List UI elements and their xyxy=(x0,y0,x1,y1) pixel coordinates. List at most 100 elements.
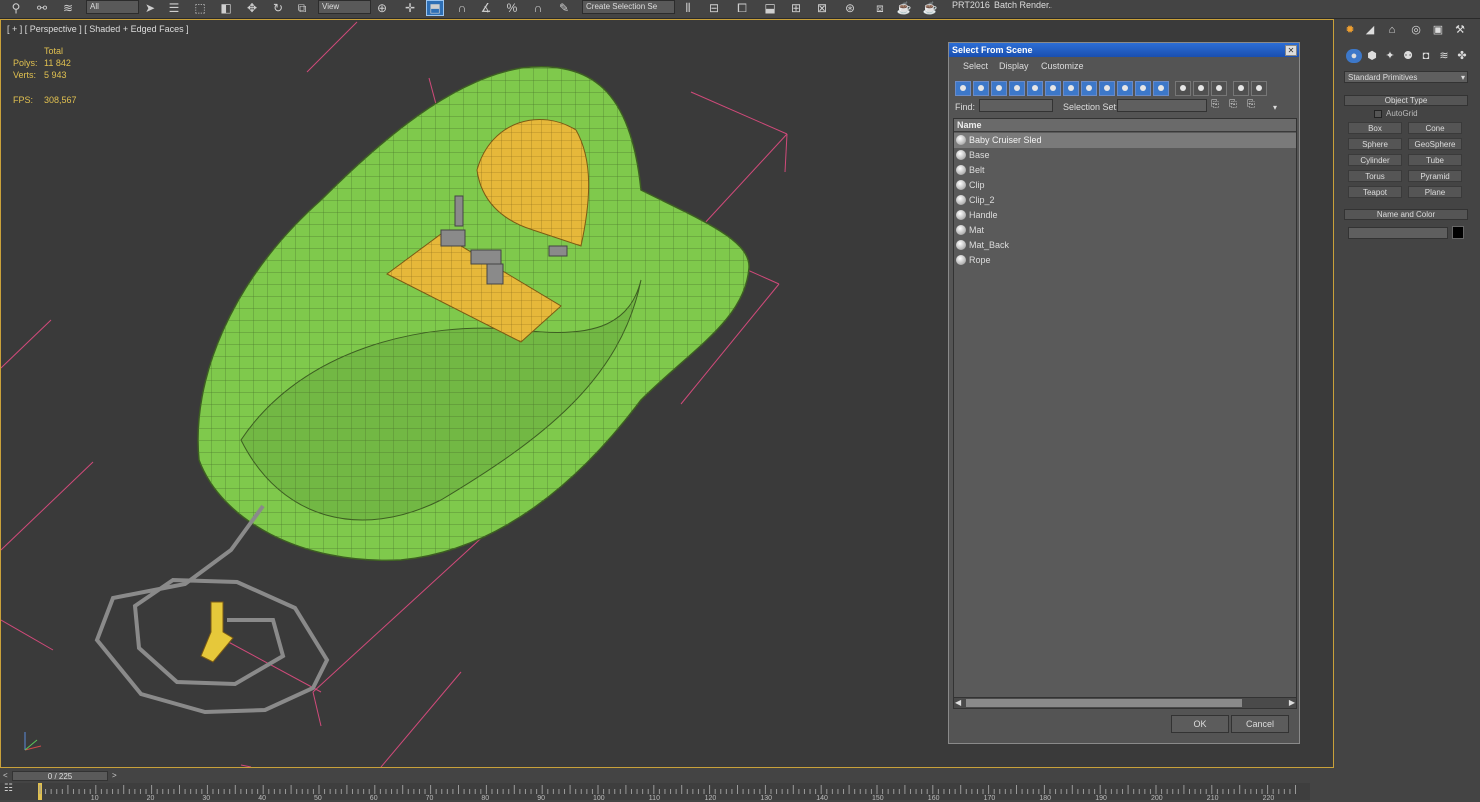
display-containers-icon[interactable] xyxy=(1117,81,1133,96)
object-name-input[interactable] xyxy=(1348,227,1448,239)
display-cameras-icon[interactable] xyxy=(1009,81,1025,96)
selection-set-dropdown[interactable] xyxy=(1117,99,1207,112)
display-groups-icon[interactable] xyxy=(1063,81,1079,96)
add-to-selection-set-icon[interactable]: ⎘ xyxy=(1247,99,1259,112)
space-warps-icon[interactable]: ≋ xyxy=(1436,49,1452,63)
menu-customize[interactable]: Customize xyxy=(1041,61,1084,71)
cancel-button[interactable]: Cancel xyxy=(1231,715,1289,733)
link-icon[interactable]: ⚲ xyxy=(8,1,24,15)
list-item[interactable]: Baby Cruiser Sled xyxy=(954,133,1296,148)
utilities-tab-icon[interactable]: ⚒ xyxy=(1452,23,1468,37)
box-button[interactable]: Box xyxy=(1348,122,1402,134)
scene-explorer-icon[interactable]: ⧠ xyxy=(734,1,750,15)
list-item[interactable]: Clip_2 xyxy=(954,193,1296,208)
named-selection-sets-dropdown[interactable]: Create Selection Se xyxy=(582,0,675,14)
select-manipulate-icon[interactable]: ✛ xyxy=(402,1,418,15)
hierarchy-tab-icon[interactable]: ⌂ xyxy=(1384,23,1400,37)
layer-explorer-icon[interactable]: ⬓ xyxy=(762,1,778,15)
rotate-icon[interactable]: ↻ xyxy=(270,1,286,15)
rendered-frame-window-icon[interactable]: ☕ xyxy=(896,1,912,15)
systems-icon[interactable]: ✤ xyxy=(1454,49,1470,63)
geosphere-button[interactable]: GeoSphere xyxy=(1408,138,1462,150)
name-and-color-rollout[interactable]: Name and Color xyxy=(1344,209,1468,220)
display-shapes-icon[interactable] xyxy=(973,81,989,96)
chevron-down-icon[interactable]: ▾ xyxy=(1273,103,1283,113)
scrollbar-thumb[interactable] xyxy=(966,699,1242,707)
dialog-title-bar[interactable]: Select From Scene xyxy=(949,43,1299,57)
remove-selection-set-icon[interactable]: ⎘ xyxy=(1229,99,1241,112)
move-icon[interactable]: ✥ xyxy=(244,1,260,15)
pyramid-button[interactable]: Pyramid xyxy=(1408,170,1462,182)
track-bar[interactable]: ☷ 10 20 30 40 50 60 70 80 90 100 110 120 130 140 150 16… xyxy=(0,783,1310,802)
select-object-icon[interactable]: ➤ xyxy=(142,1,158,15)
unlink-icon[interactable]: ⚯ xyxy=(34,1,50,15)
close-icon[interactable]: ✕ xyxy=(1285,45,1297,56)
align-icon[interactable]: ⊟ xyxy=(706,1,722,15)
filter-icon[interactable] xyxy=(1233,81,1249,96)
list-item[interactable]: Belt xyxy=(954,163,1296,178)
spinner-snap-icon[interactable]: ∩ xyxy=(530,1,546,15)
reference-coordinate-dropdown[interactable]: View xyxy=(318,0,371,14)
display-xrefs-icon[interactable] xyxy=(1081,81,1097,96)
tube-button[interactable]: Tube xyxy=(1408,154,1462,166)
list-item[interactable]: Handle xyxy=(954,208,1296,223)
list-item[interactable]: Mat xyxy=(954,223,1296,238)
prt-label[interactable]: PRT2016 xyxy=(952,0,990,10)
time-next-icon[interactable]: > xyxy=(112,771,117,780)
scene-object-list[interactable]: Name Baby Cruiser Sled Base Belt Clip Cl… xyxy=(953,118,1297,708)
display-geometry-icon[interactable] xyxy=(955,81,971,96)
cone-button[interactable]: Cone xyxy=(1408,122,1462,134)
batch-render-button[interactable]: Batch Render... xyxy=(994,0,1052,10)
menu-select[interactable]: Select xyxy=(963,61,988,71)
create-tab-icon[interactable]: ✹ xyxy=(1342,23,1358,37)
snaps-toggle-icon[interactable]: ∩ xyxy=(454,1,470,15)
list-item[interactable]: Base xyxy=(954,148,1296,163)
bind-space-warp-icon[interactable]: ≋ xyxy=(60,1,76,15)
display-helpers-icon[interactable] xyxy=(1027,81,1043,96)
render-production-icon[interactable]: ☕ xyxy=(922,1,938,15)
select-all-icon[interactable] xyxy=(1175,81,1191,96)
schematic-view-icon[interactable]: ⊠ xyxy=(814,1,830,15)
render-setup-icon[interactable]: ⧈ xyxy=(872,1,888,15)
list-item[interactable]: Rope xyxy=(954,253,1296,268)
select-by-name-icon[interactable]: ☰ xyxy=(166,1,182,15)
cameras-icon[interactable]: ⚉ xyxy=(1400,49,1416,63)
angle-snap-icon[interactable]: ∡ xyxy=(478,1,494,15)
curve-editor-icon[interactable]: ⊞ xyxy=(788,1,804,15)
primitive-category-dropdown[interactable]: Standard Primitives ▾ xyxy=(1344,71,1468,83)
shapes-icon[interactable]: ⬢ xyxy=(1364,49,1380,63)
time-prev-icon[interactable]: < xyxy=(3,771,8,780)
selection-filter-dropdown[interactable]: All xyxy=(86,0,139,14)
sphere-button[interactable]: Sphere xyxy=(1348,138,1402,150)
lights-icon[interactable]: ✦ xyxy=(1382,49,1398,63)
filter-settings-icon[interactable] xyxy=(1251,81,1267,96)
geometry-icon[interactable]: ● xyxy=(1346,49,1362,63)
display-hidden-icon[interactable] xyxy=(1153,81,1169,96)
torus-button[interactable]: Torus xyxy=(1348,170,1402,182)
scroll-left-icon[interactable]: ◀ xyxy=(955,698,961,707)
plane-button[interactable]: Plane xyxy=(1408,186,1462,198)
display-bones-icon[interactable] xyxy=(1099,81,1115,96)
display-space-warps-icon[interactable] xyxy=(1045,81,1061,96)
find-input[interactable] xyxy=(979,99,1053,112)
select-none-icon[interactable] xyxy=(1193,81,1209,96)
list-item[interactable]: Clip xyxy=(954,178,1296,193)
create-selection-set-icon[interactable]: ⎘ xyxy=(1211,99,1223,112)
cylinder-button[interactable]: Cylinder xyxy=(1348,154,1402,166)
object-type-rollout[interactable]: Object Type xyxy=(1344,95,1468,106)
time-slider[interactable]: 0 / 225 xyxy=(12,771,108,781)
motion-tab-icon[interactable]: ◎ xyxy=(1408,23,1424,37)
keyboard-shortcut-override-icon[interactable]: ⬒ xyxy=(426,0,444,16)
select-invert-icon[interactable] xyxy=(1211,81,1227,96)
object-color-swatch[interactable] xyxy=(1452,226,1464,239)
scroll-right-icon[interactable]: ▶ xyxy=(1289,698,1295,707)
teapot-button[interactable]: Teapot xyxy=(1348,186,1402,198)
material-editor-icon[interactable]: ⊛ xyxy=(842,1,858,15)
percent-snap-icon[interactable]: % xyxy=(504,1,520,15)
modify-tab-icon[interactable]: ◢ xyxy=(1362,23,1378,37)
autogrid-checkbox[interactable] xyxy=(1374,110,1382,118)
scale-icon[interactable]: ⧉ xyxy=(294,1,310,15)
pivot-center-icon[interactable]: ⊕ xyxy=(374,1,390,15)
list-item[interactable]: Mat_Back xyxy=(954,238,1296,253)
column-header-name[interactable]: Name xyxy=(954,119,1296,132)
